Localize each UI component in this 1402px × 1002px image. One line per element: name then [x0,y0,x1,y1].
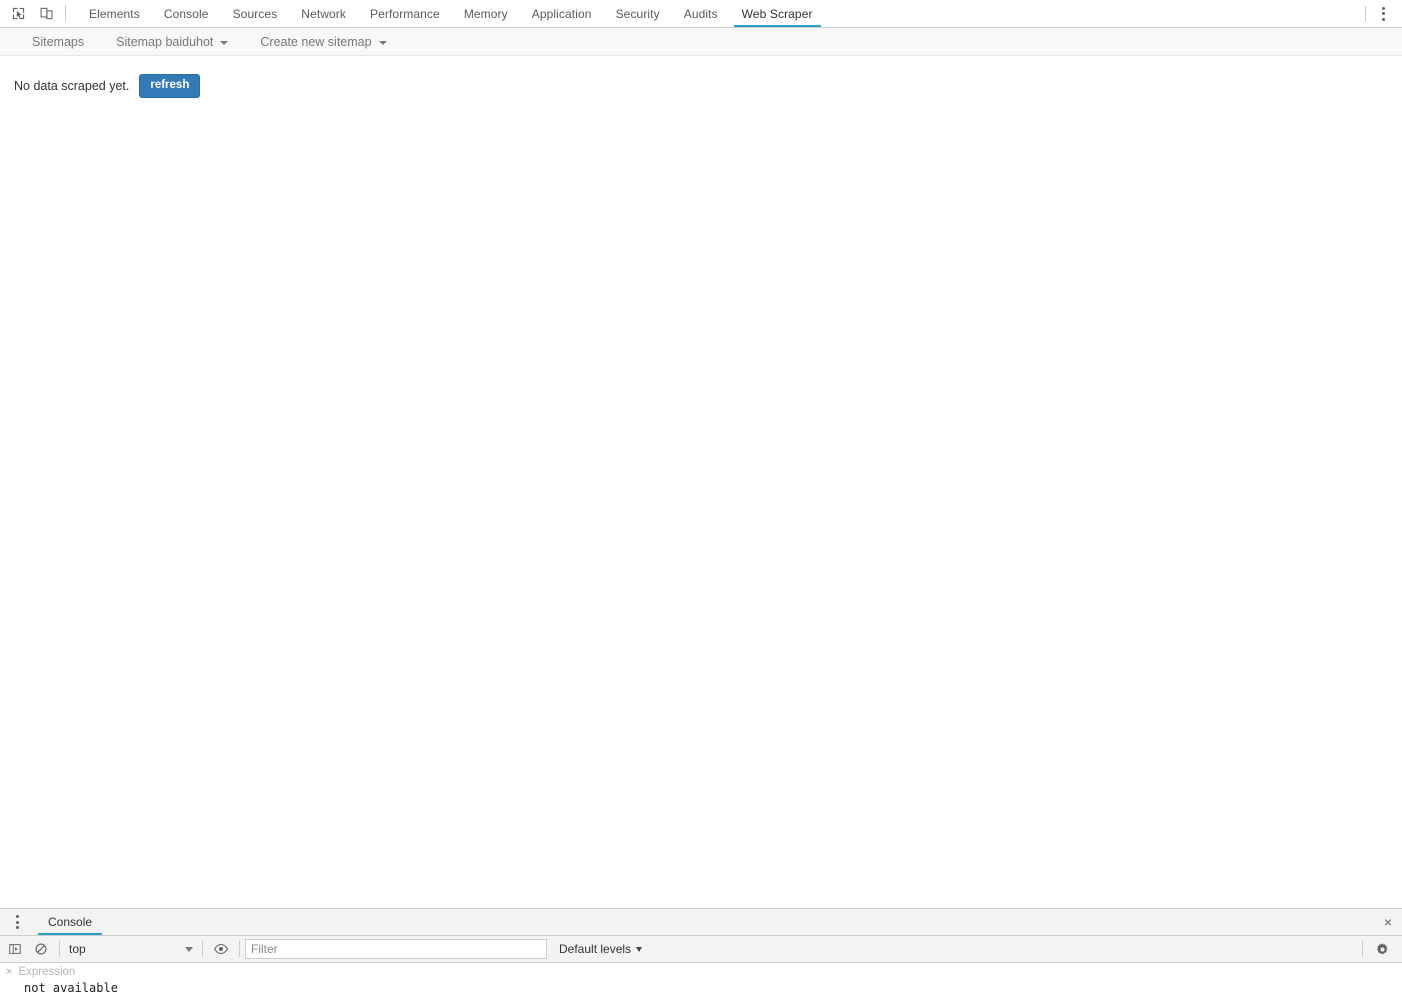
more-options-icon-dot3 [1381,17,1385,21]
clear-console-icon [35,943,47,955]
nav-create-new-sitemap[interactable]: Create new sitemap [244,28,402,55]
devtools-window: Elements Console Sources Network Perform… [0,0,1402,1002]
drawer-more-options-button[interactable] [4,909,30,935]
tab-audits-label: Audits [683,6,718,21]
tab-performance-label: Performance [370,6,440,21]
clear-console-button[interactable] [28,938,54,960]
tab-web-scraper-label: Web Scraper [741,6,813,21]
tab-audits[interactable]: Audits [672,0,730,27]
device-toolbar-toggle-button[interactable] [34,2,58,26]
tab-memory-label: Memory [463,6,508,21]
live-expression-button[interactable] [208,938,234,960]
tab-console[interactable]: Console [152,0,221,27]
chevron-down-icon [636,946,643,952]
more-options-icon-dot3 [15,926,19,929]
tab-elements-label: Elements [89,6,140,21]
console-sidebar-toggle-button[interactable] [2,938,28,960]
web-scraper-content: No data scraped yet. refresh [0,56,1402,908]
more-options-icon-dot2 [15,920,19,924]
watch-expression-row: × Expression [0,963,1402,978]
tab-sources[interactable]: Sources [221,0,290,27]
console-toolbar: top Default levels [0,936,1402,963]
web-scraper-navbar: Sitemaps Sitemap baiduhot Create new sit… [0,28,1402,56]
watch-expression-result: not available [24,981,118,995]
devtools-tabbar-icons [0,0,58,27]
drawer-tab-console[interactable]: Console [36,909,104,935]
console-context-value: top [69,942,86,956]
tab-security-label: Security [615,6,660,21]
device-toolbar-icon [40,7,52,20]
chevron-down-icon [185,946,193,952]
nav-sitemap-label: Sitemap baiduhot [116,34,214,49]
devtools-tabbar-right [1365,0,1402,27]
devtools-tab-list: Elements Console Sources Network Perform… [71,0,1365,27]
console-sidebar-toggle-icon [9,944,21,954]
console-context-selector[interactable]: top [65,939,197,959]
console-content: × Expression not available [0,963,1402,1002]
scrape-status-row: No data scraped yet. refresh [14,74,1388,98]
inspect-element-icon [12,7,24,20]
console-log-levels-selector[interactable]: Default levels [551,939,650,959]
console-toolbar-divider-1 [59,941,60,957]
watch-expression-placeholder[interactable]: Expression [18,966,75,978]
tab-console-label: Console [163,6,209,21]
tab-memory[interactable]: Memory [452,0,520,27]
more-options-icon-dot2 [1381,12,1385,15]
tab-network[interactable]: Network [289,0,358,27]
web-scraper-panel: Sitemaps Sitemap baiduhot Create new sit… [0,28,1402,908]
gear-icon [1376,942,1388,954]
console-settings-button[interactable] [1368,938,1396,960]
chevron-down-icon [220,40,229,45]
nav-sitemap-dropdown[interactable]: Sitemap baiduhot [100,28,244,55]
nav-sitemaps-label: Sitemaps [32,34,85,49]
nav-create-new-sitemap-label: Create new sitemap [260,34,372,49]
inspect-element-button[interactable] [6,2,30,26]
console-toolbar-divider-4 [1362,941,1363,957]
tab-application[interactable]: Application [520,0,604,27]
tab-sources-label: Sources [232,6,278,21]
console-drawer: Console × top Filter Default levels × Ex… [0,908,1402,1002]
eye-icon [214,944,228,954]
drawer-tabbar: Console × [0,909,1402,936]
console-filter-input[interactable] [245,939,547,959]
console-toolbar-divider-2 [202,941,203,957]
tab-web-scraper[interactable]: Web Scraper [730,0,825,27]
console-toolbar-divider-3 [239,941,240,957]
tab-elements[interactable]: Elements [77,0,152,27]
devtools-tabbar: Elements Console Sources Network Perform… [0,0,1402,28]
drawer-close-button[interactable]: × [1374,909,1402,935]
tabbar-right-divider [1365,5,1366,22]
tab-application-label: Application [531,6,592,21]
watch-expression-remove-button[interactable]: × [6,966,12,978]
console-log-levels-label: Default levels [559,942,632,956]
more-options-icon [15,915,19,918]
tabbar-divider [65,5,66,22]
tab-performance[interactable]: Performance [358,0,452,27]
drawer-tab-console-label: Console [48,915,93,929]
devtools-more-options-button[interactable] [1370,1,1396,27]
more-options-icon [1381,6,1385,10]
nav-sitemaps[interactable]: Sitemaps [16,28,100,55]
scrape-status-text: No data scraped yet. [14,78,130,93]
tab-security[interactable]: Security [604,0,672,27]
refresh-button[interactable]: refresh [139,74,201,98]
chevron-down-icon [378,40,387,45]
tab-network-label: Network [301,6,347,21]
